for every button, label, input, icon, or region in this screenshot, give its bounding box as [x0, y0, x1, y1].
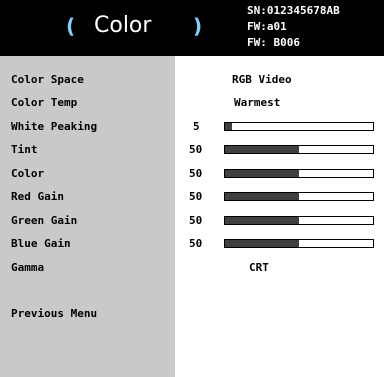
firmware-b: FW: B006 [247, 36, 300, 49]
slider-fill [225, 170, 299, 177]
menu-label: Tint [11, 143, 38, 156]
menu-value: Warmest [234, 96, 281, 109]
menu-label: Color Space [11, 73, 84, 86]
menu-header: ( Color ) SN:012345678AB FW:a01 FW: B006 [0, 0, 384, 56]
menu-row-green-gain[interactable]: Green Gain 50 [0, 212, 384, 230]
menu-value: RGB Video [232, 73, 292, 86]
left-paren: ( [66, 14, 76, 38]
menu-label: Gamma [11, 261, 45, 274]
menu-label: Red Gain [11, 190, 64, 203]
menu-label: Color [11, 167, 45, 180]
slider-bar[interactable] [224, 122, 374, 131]
menu-number: 50 [189, 143, 203, 156]
serial-number: SN:012345678AB [247, 4, 340, 17]
menu-number: 5 [193, 120, 200, 133]
menu-label: Color Temp [11, 96, 78, 109]
slider-bar[interactable] [224, 145, 374, 154]
slider-fill [225, 217, 299, 224]
menu-row-blue-gain[interactable]: Blue Gain 50 [0, 235, 384, 253]
menu-label: Blue Gain [11, 237, 71, 250]
device-info: SN:012345678AB FW:a01 FW: B006 [247, 3, 340, 51]
menu-row-white-peaking[interactable]: White Peaking 5 [0, 118, 384, 136]
menu-row-color-temp[interactable]: Color Temp Warmest [0, 94, 384, 112]
menu-value: CRT [249, 261, 269, 274]
menu-row-tint[interactable]: Tint 50 [0, 141, 384, 159]
menu-title-area: ( Color ) [0, 0, 210, 56]
menu-row-red-gain[interactable]: Red Gain 50 [0, 188, 384, 206]
menu-number: 50 [189, 214, 203, 227]
slider-bar[interactable] [224, 216, 374, 225]
slider-fill [225, 146, 299, 153]
menu-title: Color [94, 13, 152, 38]
previous-menu-label: Previous Menu [11, 307, 98, 320]
menu-label: White Peaking [11, 120, 98, 133]
slider-fill [225, 123, 233, 130]
firmware-a: FW:a01 [247, 20, 287, 33]
menu-row-color[interactable]: Color 50 [0, 165, 384, 183]
menu-label: Green Gain [11, 214, 78, 227]
previous-menu-item[interactable]: Previous Menu [0, 305, 384, 323]
slider-bar[interactable] [224, 239, 374, 248]
slider-fill [225, 240, 299, 247]
menu-number: 50 [189, 237, 203, 250]
slider-bar[interactable] [224, 169, 374, 178]
right-paren: ) [193, 14, 203, 38]
menu-row-color-space[interactable]: Color Space RGB Video [0, 71, 384, 89]
menu-row-gamma[interactable]: Gamma CRT [0, 259, 384, 277]
slider-fill [225, 193, 299, 200]
slider-bar[interactable] [224, 192, 374, 201]
menu-number: 50 [189, 167, 203, 180]
menu-number: 50 [189, 190, 203, 203]
